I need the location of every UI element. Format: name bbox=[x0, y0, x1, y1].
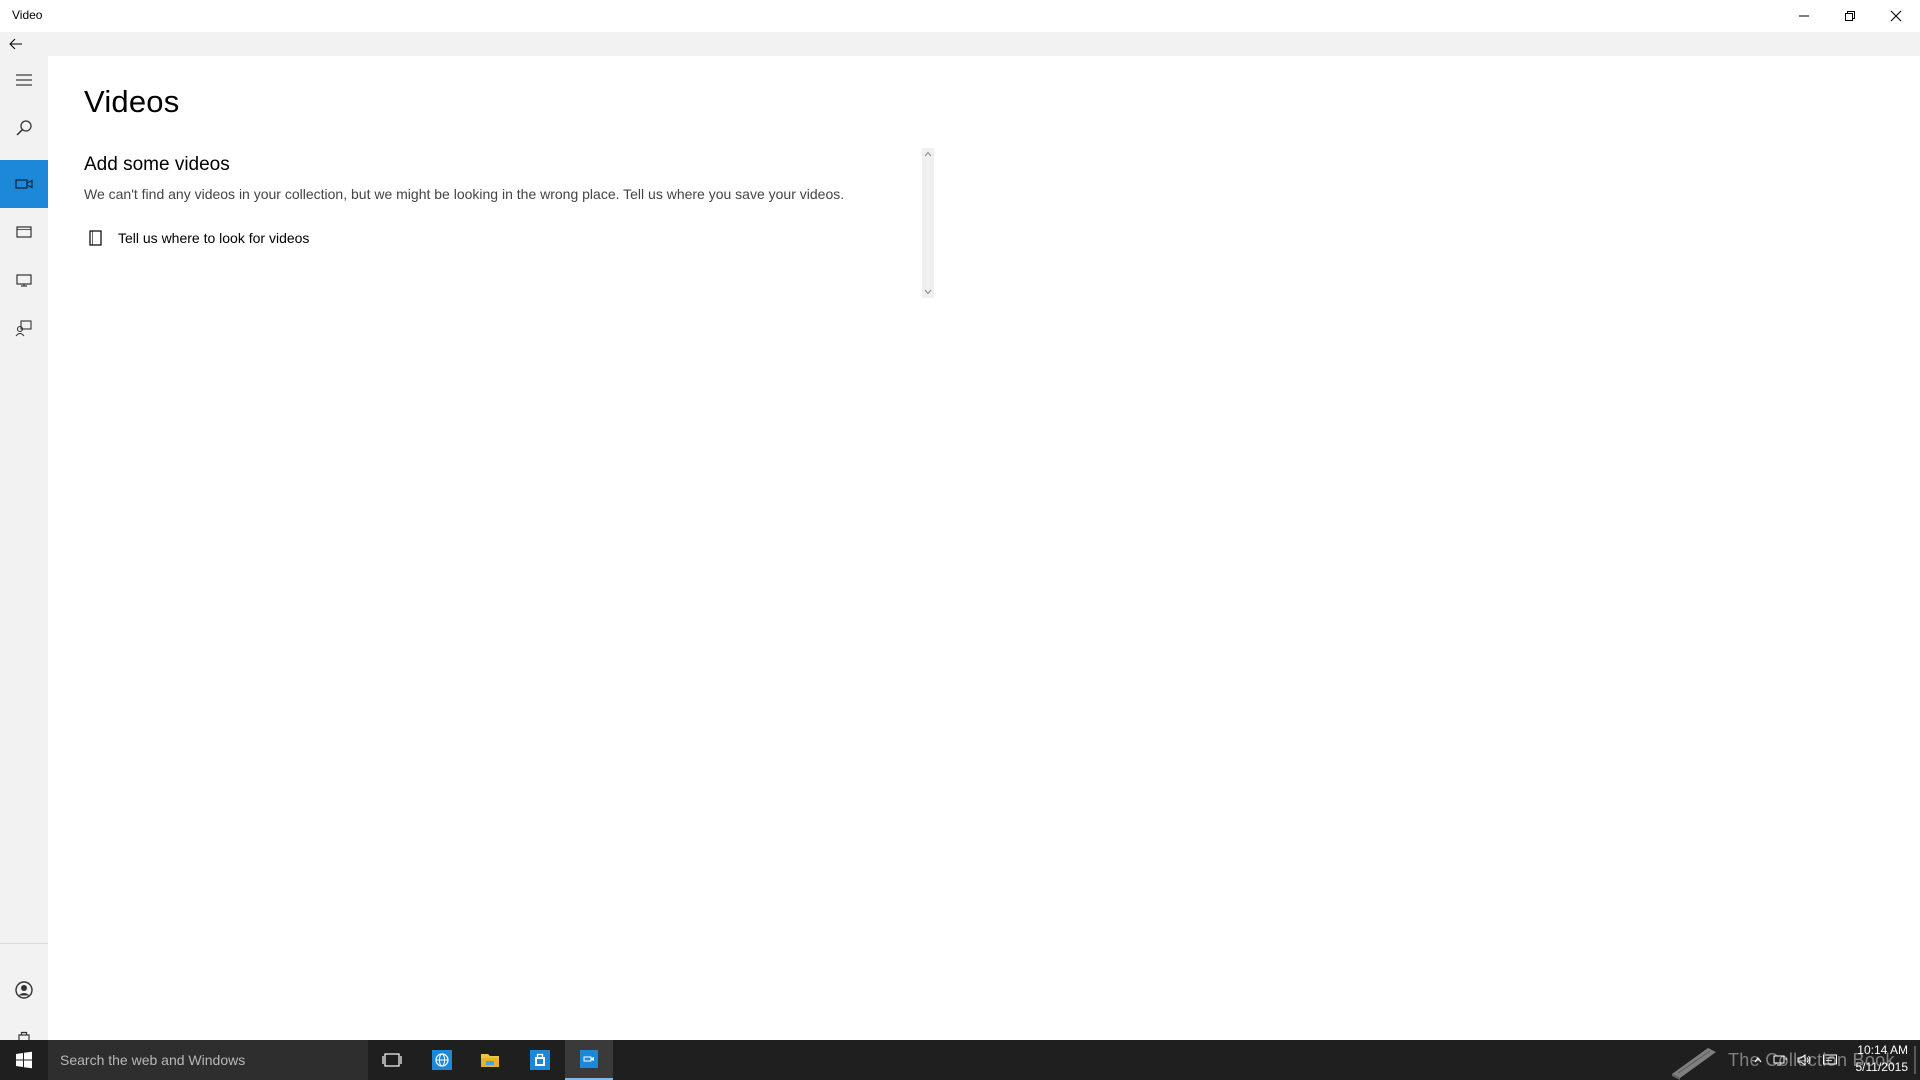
restore-icon bbox=[1845, 11, 1855, 21]
chevron-up-icon bbox=[1754, 1057, 1762, 1063]
book-logo-icon bbox=[1672, 1048, 1716, 1080]
restore-button[interactable] bbox=[1827, 0, 1873, 32]
folder-outline-icon bbox=[84, 226, 108, 250]
section-description: We can't find any videos in your collect… bbox=[84, 186, 845, 202]
nav-movies-button[interactable] bbox=[0, 208, 48, 256]
vertical-scrollbar[interactable] bbox=[922, 148, 934, 298]
choose-folders-link[interactable]: Tell us where to look for videos bbox=[84, 226, 309, 250]
chevron-down-icon bbox=[924, 289, 932, 295]
clock-date: 5/11/2015 bbox=[1855, 1060, 1909, 1074]
rail-divider bbox=[0, 943, 48, 944]
globe-icon bbox=[432, 1050, 452, 1070]
taskbar-file-explorer-button[interactable] bbox=[466, 1040, 514, 1080]
window-title: Video bbox=[12, 8, 43, 22]
taskbar-search-input[interactable] bbox=[60, 1052, 360, 1068]
taskbar-clock[interactable]: 10:14 AM 5/11/2015 bbox=[1848, 1042, 1909, 1078]
tray-overflow-button[interactable] bbox=[1750, 1040, 1766, 1080]
close-icon bbox=[1890, 10, 1902, 22]
back-arrow-icon bbox=[9, 38, 22, 50]
start-button[interactable] bbox=[0, 1040, 48, 1080]
title-bar: Video bbox=[0, 0, 1920, 32]
choose-folders-label: Tell us where to look for videos bbox=[118, 230, 310, 246]
account-icon bbox=[15, 981, 33, 999]
tray-volume-button[interactable] bbox=[1796, 1040, 1812, 1080]
taskbar-store-button[interactable] bbox=[516, 1040, 564, 1080]
close-button[interactable] bbox=[1873, 0, 1919, 32]
folder-icon bbox=[481, 1054, 499, 1067]
nav-menu-button[interactable] bbox=[0, 56, 48, 104]
tray-action-center-button[interactable] bbox=[1822, 1040, 1838, 1080]
back-button[interactable] bbox=[0, 32, 32, 56]
video-app-icon bbox=[580, 1050, 598, 1068]
page-title: Videos bbox=[84, 84, 180, 119]
taskbar: The Collection Book 10:14 AM 5/11/2015 bbox=[0, 1040, 1920, 1080]
chevron-up-icon bbox=[924, 151, 932, 157]
network-icon bbox=[1773, 1055, 1787, 1066]
section-title: Add some videos bbox=[84, 154, 230, 175]
show-desktop-button[interactable] bbox=[1914, 1046, 1916, 1074]
scroll-down-button[interactable] bbox=[922, 286, 934, 298]
main-content: Videos Add some videos We can't find any… bbox=[48, 56, 1920, 1040]
taskbar-browser-button[interactable] bbox=[418, 1040, 466, 1080]
film-icon bbox=[16, 226, 32, 238]
nav-feedback-button[interactable] bbox=[0, 304, 48, 352]
nav-search-button[interactable] bbox=[0, 104, 48, 152]
nav-rail bbox=[0, 56, 48, 1046]
minimize-icon bbox=[1799, 15, 1809, 17]
clock-time: 10:14 AM bbox=[1857, 1043, 1908, 1057]
task-view-button[interactable] bbox=[368, 1040, 416, 1080]
taskbar-video-app-button[interactable] bbox=[565, 1040, 613, 1080]
nav-account-button[interactable] bbox=[0, 966, 48, 1014]
search-icon bbox=[16, 120, 32, 136]
nav-videos-button[interactable] bbox=[0, 160, 48, 208]
video-camera-icon bbox=[15, 179, 33, 189]
taskbar-search-box[interactable] bbox=[48, 1040, 368, 1080]
tray-network-button[interactable] bbox=[1772, 1040, 1788, 1080]
scroll-up-button[interactable] bbox=[922, 148, 934, 160]
minimize-button[interactable] bbox=[1781, 0, 1827, 32]
nav-tv-button[interactable] bbox=[0, 256, 48, 304]
back-bar bbox=[0, 32, 1920, 56]
windows-logo-icon bbox=[16, 1051, 32, 1069]
message-icon bbox=[1823, 1054, 1837, 1065]
store-icon bbox=[530, 1050, 550, 1070]
hamburger-icon bbox=[16, 74, 32, 86]
speaker-icon bbox=[1797, 1054, 1811, 1066]
feedback-icon bbox=[15, 320, 32, 337]
monitor-icon bbox=[16, 274, 32, 287]
task-view-icon bbox=[382, 1053, 402, 1067]
